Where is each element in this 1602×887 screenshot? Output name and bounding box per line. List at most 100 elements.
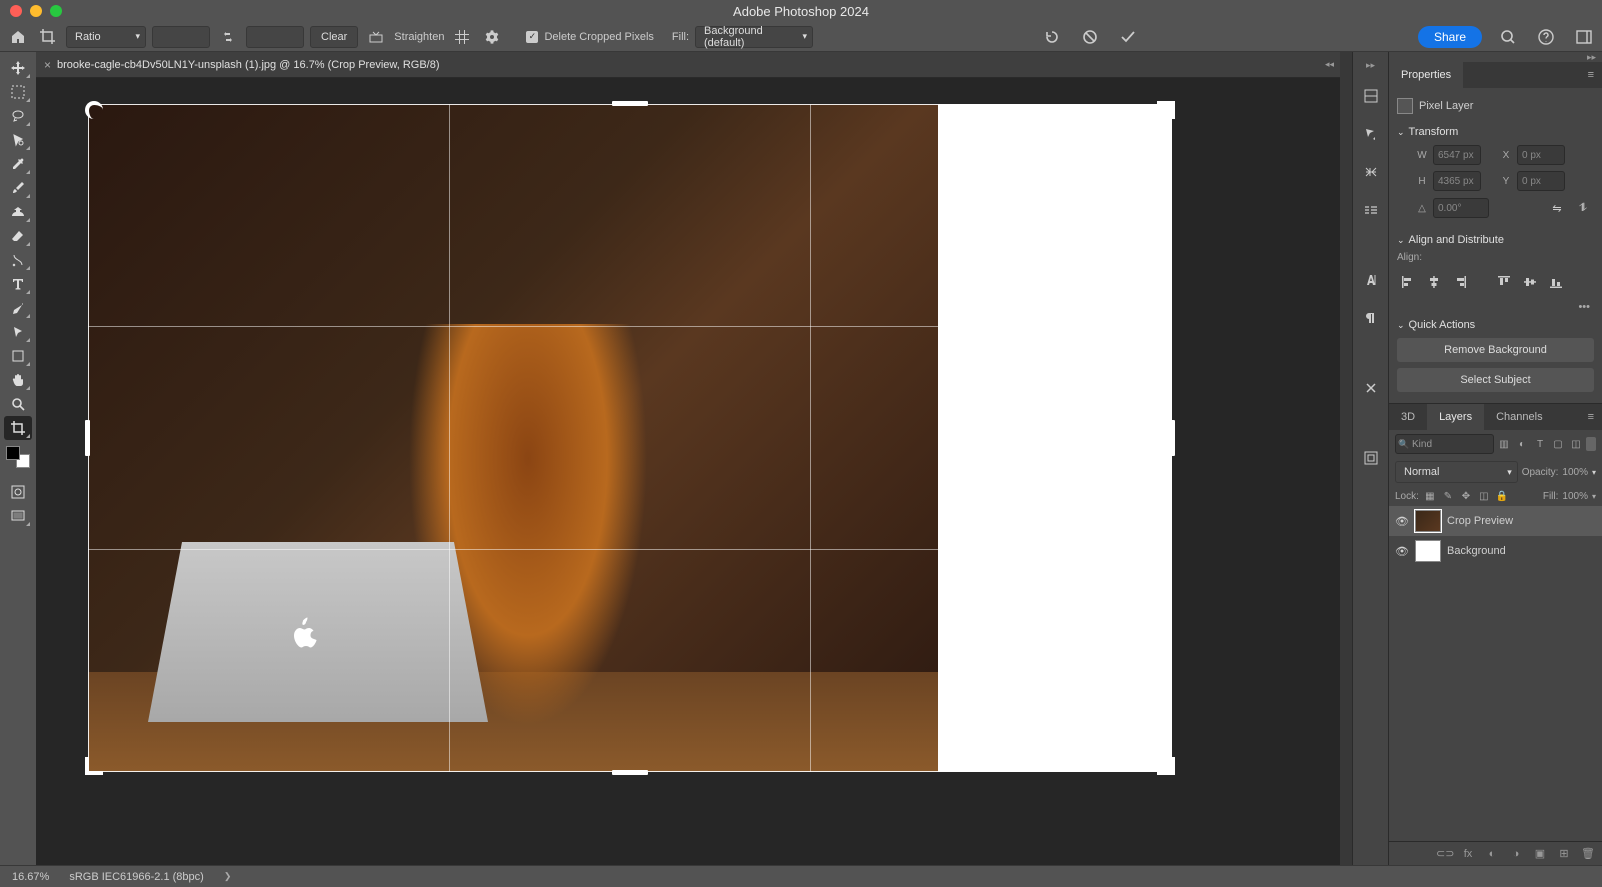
new-layer-icon[interactable]: ⊞ (1556, 847, 1572, 860)
more-align-button[interactable]: ••• (1578, 301, 1590, 313)
filter-shape-icon[interactable]: ▢ (1550, 436, 1566, 452)
layer-mask-icon[interactable]: ◐ (1484, 848, 1500, 860)
eyedropper-tool[interactable] (4, 152, 32, 176)
layer-style-icon[interactable]: fx (1460, 848, 1476, 860)
align-center-h-button[interactable] (1423, 271, 1445, 293)
zoom-tool[interactable] (4, 392, 32, 416)
layer-thumbnail[interactable] (1415, 510, 1441, 532)
layer-filter-dropdown[interactable]: Kind (1395, 434, 1494, 454)
selection-tool[interactable] (4, 128, 32, 152)
straighten-label[interactable]: Straighten (394, 31, 444, 43)
crop-width-input[interactable] (152, 26, 210, 48)
home-button[interactable] (6, 25, 30, 49)
foreground-background-colors[interactable] (4, 444, 32, 470)
close-window-button[interactable] (10, 5, 22, 17)
commit-crop-button[interactable] (1116, 25, 1140, 49)
hand-tool[interactable] (4, 368, 32, 392)
filter-type-icon[interactable]: T (1532, 436, 1548, 452)
align-section-header[interactable]: ⌄Align and Distribute (1397, 230, 1594, 250)
crop-tool[interactable] (4, 416, 32, 440)
path-selection-tool[interactable] (4, 320, 32, 344)
width-input[interactable] (1433, 145, 1481, 165)
layer-visibility-toggle[interactable]: 👁 (1395, 515, 1409, 528)
clear-button[interactable]: Clear (310, 26, 358, 48)
filter-adjustment-icon[interactable]: ◐ (1514, 436, 1530, 452)
y-input[interactable] (1517, 171, 1565, 191)
adjustments-panel-icon[interactable] (1359, 160, 1383, 184)
filter-pixel-icon[interactable]: ▥ (1496, 436, 1512, 452)
opacity-value[interactable]: 100% (1562, 467, 1588, 478)
tab-channels[interactable]: Channels (1484, 404, 1554, 430)
height-input[interactable] (1433, 171, 1481, 191)
blend-mode-dropdown[interactable]: Normal (1395, 461, 1518, 483)
align-center-v-button[interactable] (1519, 271, 1541, 293)
lock-position-icon[interactable]: ✥ (1459, 489, 1473, 503)
filter-smart-icon[interactable]: ◫ (1568, 436, 1584, 452)
quick-mask-toggle[interactable] (4, 480, 32, 504)
tab-layers[interactable]: Layers (1427, 404, 1484, 430)
status-more-icon[interactable]: ❯ (224, 871, 232, 882)
close-tab-button[interactable]: × (44, 58, 51, 72)
adjustment-layer-icon[interactable]: ◑ (1508, 848, 1524, 860)
align-bottom-button[interactable] (1545, 271, 1567, 293)
x-input[interactable] (1517, 145, 1565, 165)
overlay-grid-button[interactable] (450, 25, 474, 49)
lock-all-icon[interactable]: 🔒 (1495, 489, 1509, 503)
layer-item[interactable]: 👁 Crop Preview (1389, 506, 1602, 536)
zoom-level[interactable]: 16.67% (12, 871, 49, 883)
swatches-panel-icon[interactable] (1359, 122, 1383, 146)
delete-layer-icon[interactable]: 🗑 (1580, 847, 1596, 860)
type-tool[interactable] (4, 272, 32, 296)
expand-panels-button[interactable]: ▸▸ (1366, 60, 1375, 70)
shape-tool[interactable] (4, 344, 32, 368)
align-left-button[interactable] (1397, 271, 1419, 293)
eraser-tool[interactable] (4, 224, 32, 248)
angle-input[interactable] (1433, 198, 1489, 218)
gradient-tool[interactable] (4, 248, 32, 272)
quick-actions-header[interactable]: ⌄Quick Actions (1397, 315, 1594, 335)
lock-artboard-icon[interactable]: ◫ (1477, 489, 1491, 503)
delete-cropped-checkbox[interactable]: ✓ (526, 31, 538, 43)
remove-background-button[interactable]: Remove Background (1397, 338, 1594, 362)
panel-menu-button[interactable]: ≡ (1588, 69, 1602, 81)
clone-stamp-tool[interactable] (4, 200, 32, 224)
fill-dropdown[interactable]: Background (default) (695, 26, 813, 48)
paragraph-panel-icon[interactable] (1359, 306, 1383, 330)
tab-3d[interactable]: 3D (1389, 404, 1427, 430)
history-panel-icon[interactable] (1359, 376, 1383, 400)
screen-mode-button[interactable] (4, 504, 32, 528)
minimize-window-button[interactable] (30, 5, 42, 17)
vertical-scrollbar[interactable] (1340, 52, 1352, 865)
layers-menu-button[interactable]: ≡ (1588, 411, 1602, 423)
lasso-tool[interactable] (4, 104, 32, 128)
select-subject-button[interactable]: Select Subject (1397, 368, 1594, 392)
swap-dimensions-button[interactable] (216, 25, 240, 49)
transform-section-header[interactable]: ⌄Transform (1397, 122, 1594, 142)
layer-item[interactable]: 👁 Background (1389, 536, 1602, 566)
lock-transparency-icon[interactable]: ▦ (1423, 489, 1437, 503)
flip-vertical-button[interactable]: ⥮ (1572, 197, 1594, 219)
brush-tool[interactable] (4, 176, 32, 200)
canvas-area[interactable] (36, 78, 1340, 865)
fill-value[interactable]: 100% (1562, 491, 1588, 502)
marquee-tool[interactable] (4, 80, 32, 104)
expand-dock-button[interactable]: ▸▸ (1389, 52, 1602, 62)
maximize-window-button[interactable] (50, 5, 62, 17)
document-canvas[interactable] (88, 104, 1172, 772)
link-layers-icon[interactable]: ⊂⊃ (1436, 847, 1452, 860)
flip-horizontal-button[interactable]: ⇋ (1546, 197, 1568, 219)
align-top-button[interactable] (1493, 271, 1515, 293)
color-panel-icon[interactable] (1359, 84, 1383, 108)
document-tab[interactable]: × brooke-cagle-cb4Dv50LN1Y-unsplash (1).… (44, 58, 440, 72)
search-button[interactable] (1496, 25, 1520, 49)
properties-tab[interactable]: Properties (1389, 62, 1463, 88)
lock-pixels-icon[interactable]: ✎ (1441, 489, 1455, 503)
align-right-button[interactable] (1449, 271, 1471, 293)
aspect-ratio-dropdown[interactable]: Ratio (66, 26, 146, 48)
crop-settings-button[interactable] (480, 25, 504, 49)
layer-thumbnail[interactable] (1415, 540, 1441, 562)
pen-tool[interactable] (4, 296, 32, 320)
crop-height-input[interactable] (246, 26, 304, 48)
group-layers-icon[interactable]: ▣ (1532, 847, 1548, 860)
collapse-tabstrip-icon[interactable]: ◂◂ (1325, 59, 1340, 70)
